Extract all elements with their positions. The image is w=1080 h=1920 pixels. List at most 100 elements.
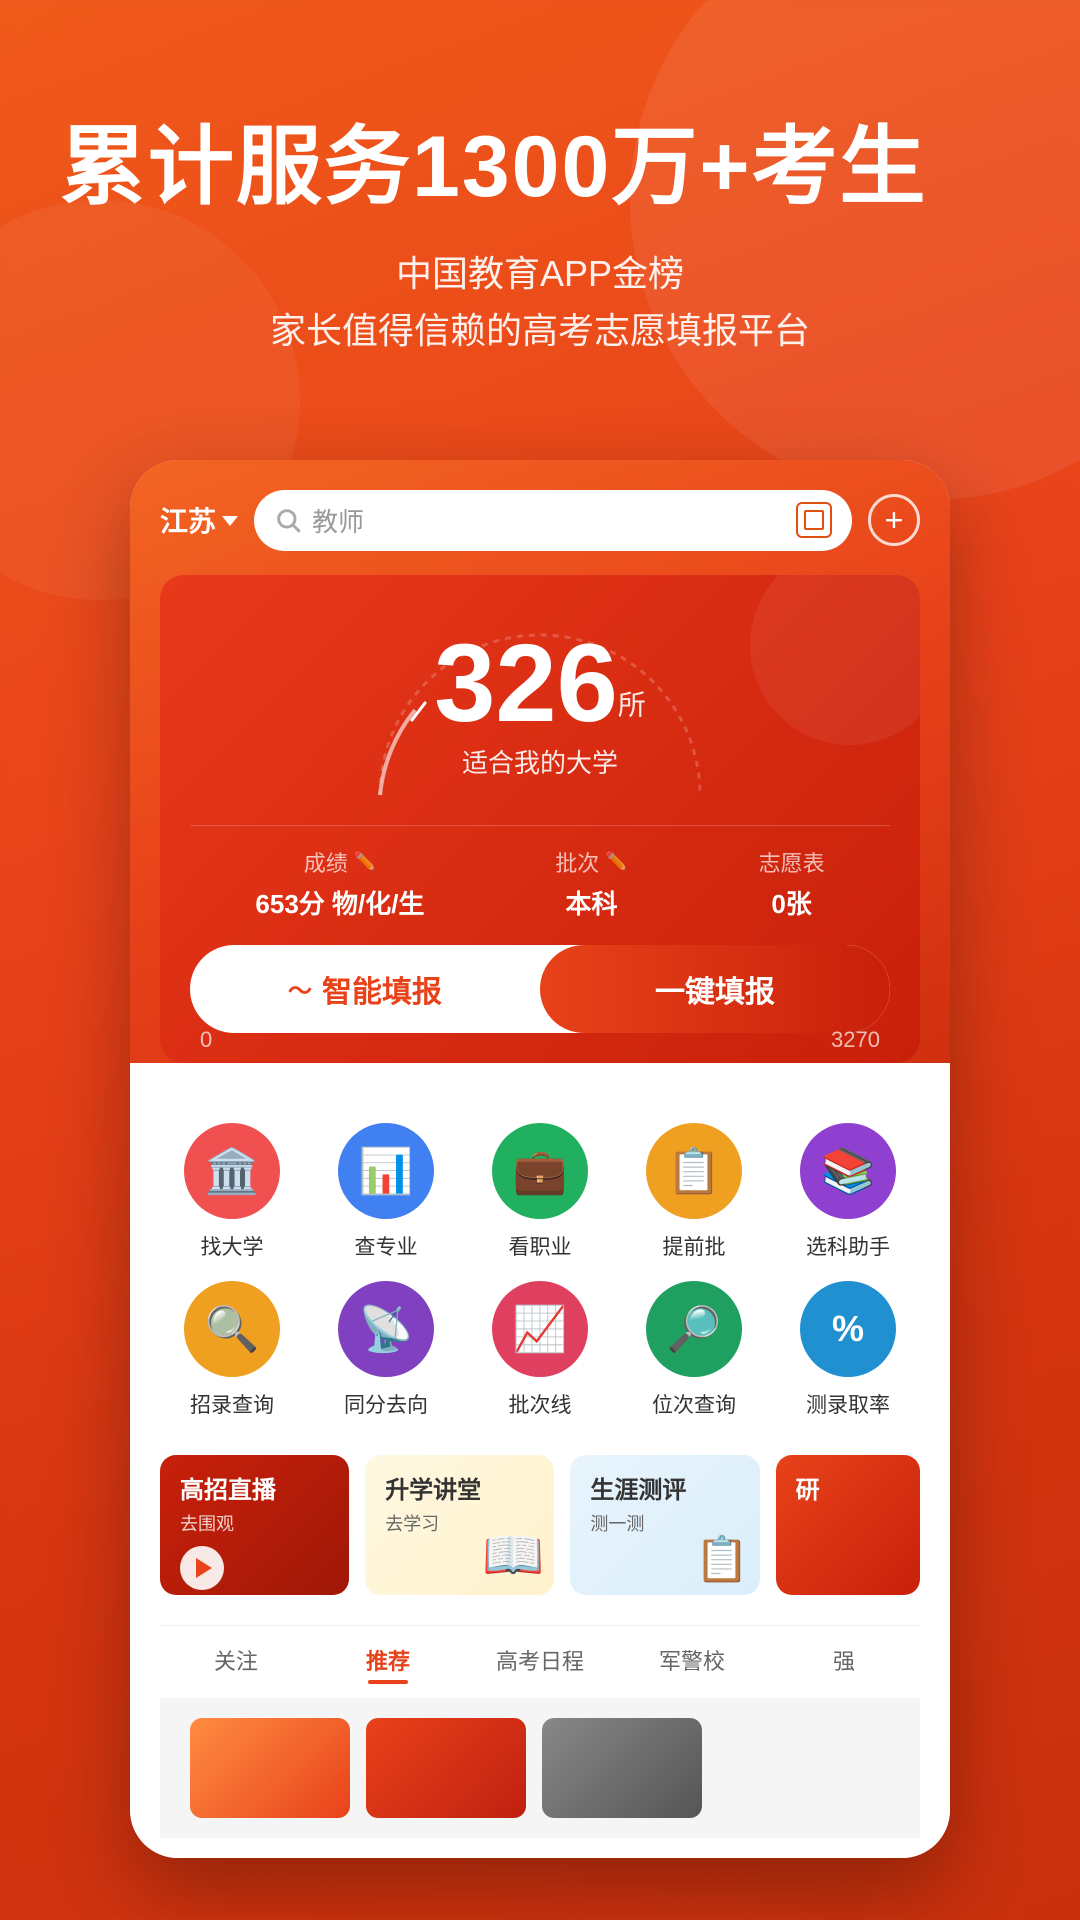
edit-batch-icon: ✏️	[605, 851, 627, 872]
smart-fill-label: 智能填报	[322, 967, 442, 1011]
volunteer-field-value: 0张	[759, 884, 825, 921]
info-score[interactable]: 成绩 ✏️ 653分 物/化/生	[255, 846, 424, 921]
tab-active-indicator	[368, 1680, 408, 1684]
play-icon	[196, 1558, 212, 1578]
score-field-label: 成绩	[304, 846, 348, 878]
batch-field-value: 本科	[555, 884, 627, 921]
banner-research-title: 研	[796, 1475, 900, 1506]
rate-label: 测录取率	[806, 1389, 890, 1419]
score-desc: 适合我的大学	[434, 743, 646, 780]
major-label: 查专业	[355, 1231, 418, 1261]
quick-fill-label: 一键填报	[655, 976, 775, 1009]
hero-subtitle-line1: 中国教育APP金榜	[396, 253, 684, 294]
banner-live-sub: 去围观	[180, 1510, 329, 1536]
preview-item-1[interactable]	[190, 1718, 350, 1818]
batch-line-label: 批次线	[509, 1389, 572, 1419]
banner-study[interactable]: 升学讲堂 去学习 📖	[365, 1455, 554, 1595]
tab-military-label: 军警校	[659, 1644, 725, 1676]
app-content: 江苏 教师 +	[130, 460, 950, 1063]
batch-line-icon-circle: 📈	[492, 1281, 588, 1377]
province-text: 江苏	[160, 500, 216, 540]
gauge-labels: 0 3270	[160, 1027, 920, 1053]
score-number: 326	[434, 622, 618, 745]
pulse-icon: 〜	[288, 971, 312, 1006]
info-volunteer[interactable]: 志愿表 0张	[759, 846, 825, 921]
score-card: 326所 适合我的大学 0 3270 成绩 ✏️ 653分 物/化/生	[160, 575, 920, 1063]
preview-item-2[interactable]	[366, 1718, 526, 1818]
career-label: 看职业	[509, 1231, 572, 1261]
rate-icon-circle: %	[800, 1281, 896, 1377]
add-button[interactable]: +	[868, 494, 920, 546]
quick-fill-button[interactable]: 一键填报	[540, 945, 890, 1033]
gauge-min: 0	[200, 1027, 212, 1053]
tab-strong-label: 强	[833, 1644, 855, 1676]
tab-follow-label: 关注	[214, 1644, 258, 1676]
tab-schedule[interactable]: 高考日程	[464, 1636, 616, 1692]
hero-subtitle: 中国教育APP金榜 家长值得信赖的高考志愿填报平台	[60, 245, 1020, 360]
icon-enrollment[interactable]: 🔍 招录查询	[160, 1281, 304, 1419]
rank-label: 位次查询	[652, 1389, 736, 1419]
score-display: 326所	[434, 629, 646, 739]
action-buttons: 〜 智能填报 一键填报	[190, 945, 890, 1033]
icon-early-admission[interactable]: 📋 提前批	[622, 1123, 766, 1261]
major-icon-circle: 📊	[338, 1123, 434, 1219]
tab-schedule-label: 高考日程	[496, 1644, 584, 1676]
icon-major[interactable]: 📊 查专业	[314, 1123, 458, 1261]
search-placeholder: 教师	[312, 502, 786, 539]
score-unit: 所	[618, 690, 646, 721]
enrollment-icon-circle: 🔍	[184, 1281, 280, 1377]
chart-icon: 📋	[695, 1533, 750, 1585]
preview-item-3[interactable]	[542, 1718, 702, 1818]
scan-icon[interactable]	[796, 502, 832, 538]
search-icon	[274, 506, 302, 534]
score-field-value: 653分 物/化/生	[255, 884, 424, 921]
same-score-label: 同分去向	[344, 1389, 428, 1419]
hero-title: 累计服务1300万+考生	[60, 120, 1020, 215]
tab-follow[interactable]: 关注	[160, 1636, 312, 1692]
volunteer-field-label: 志愿表	[759, 846, 825, 878]
early-icon-circle: 📋	[646, 1123, 742, 1219]
career-icon-circle: 💼	[492, 1123, 588, 1219]
banner-study-title: 升学讲堂	[385, 1475, 534, 1506]
banner-research[interactable]: 研	[776, 1455, 920, 1595]
play-button[interactable]	[180, 1546, 224, 1590]
white-section: 🏛️ 找大学 📊 查专业 💼 看职业 📋 提前批 📚 选科助手 🔍	[130, 1083, 950, 1858]
score-center: 326所 适合我的大学	[434, 629, 646, 780]
hero-section: 累计服务1300万+考生 中国教育APP金榜 家长值得信赖的高考志愿填报平台	[0, 0, 1080, 420]
icon-grid: 🏛️ 找大学 📊 查专业 💼 看职业 📋 提前批 📚 选科助手 🔍	[160, 1123, 920, 1419]
icon-batch-line[interactable]: 📈 批次线	[468, 1281, 612, 1419]
icon-subject-helper[interactable]: 📚 选科助手	[776, 1123, 920, 1261]
book-icon: 📖	[482, 1526, 544, 1585]
icon-rank-query[interactable]: 🔎 位次查询	[622, 1281, 766, 1419]
province-selector[interactable]: 江苏	[160, 500, 238, 540]
icon-admission-rate[interactable]: % 测录取率	[776, 1281, 920, 1419]
tab-recommend[interactable]: 推荐	[312, 1636, 464, 1692]
rank-icon-circle: 🔎	[646, 1281, 742, 1377]
same-score-icon-circle: 📡	[338, 1281, 434, 1377]
icon-university[interactable]: 🏛️ 找大学	[160, 1123, 304, 1261]
tab-recommend-label: 推荐	[366, 1644, 410, 1676]
info-row: 成绩 ✏️ 653分 物/化/生 批次 ✏️ 本科 志愿表 0	[190, 825, 890, 921]
batch-field-label: 批次	[555, 846, 599, 878]
smart-fill-button[interactable]: 〜 智能填报	[190, 945, 540, 1033]
banner-row: 高招直播 去围观 升学讲堂 去学习 📖 生涯测评 测一测 📋 研	[160, 1455, 920, 1595]
banner-assessment[interactable]: 生涯测评 测一测 📋	[570, 1455, 759, 1595]
phone-mockup: 江苏 教师 +	[130, 460, 950, 1858]
gauge-max: 3270	[831, 1027, 880, 1053]
info-batch[interactable]: 批次 ✏️ 本科	[555, 846, 627, 921]
top-bar: 江苏 教师 +	[160, 490, 920, 551]
enrollment-label: 招录查询	[190, 1389, 274, 1419]
banner-live[interactable]: 高招直播 去围观	[160, 1455, 349, 1595]
university-label: 找大学	[201, 1231, 264, 1261]
university-icon-circle: 🏛️	[184, 1123, 280, 1219]
preview-strip	[160, 1698, 920, 1838]
banner-live-title: 高招直播	[180, 1475, 329, 1506]
search-bar[interactable]: 教师	[254, 490, 852, 551]
icon-career[interactable]: 💼 看职业	[468, 1123, 612, 1261]
bottom-tabs: 关注 推荐 高考日程 军警校 强	[160, 1625, 920, 1698]
icon-same-score[interactable]: 📡 同分去向	[314, 1281, 458, 1419]
tab-military[interactable]: 军警校	[616, 1636, 768, 1692]
tab-strong[interactable]: 强	[768, 1636, 920, 1692]
gauge-area: 326所 适合我的大学	[190, 605, 890, 805]
banner-assessment-title: 生涯测评	[590, 1475, 739, 1506]
